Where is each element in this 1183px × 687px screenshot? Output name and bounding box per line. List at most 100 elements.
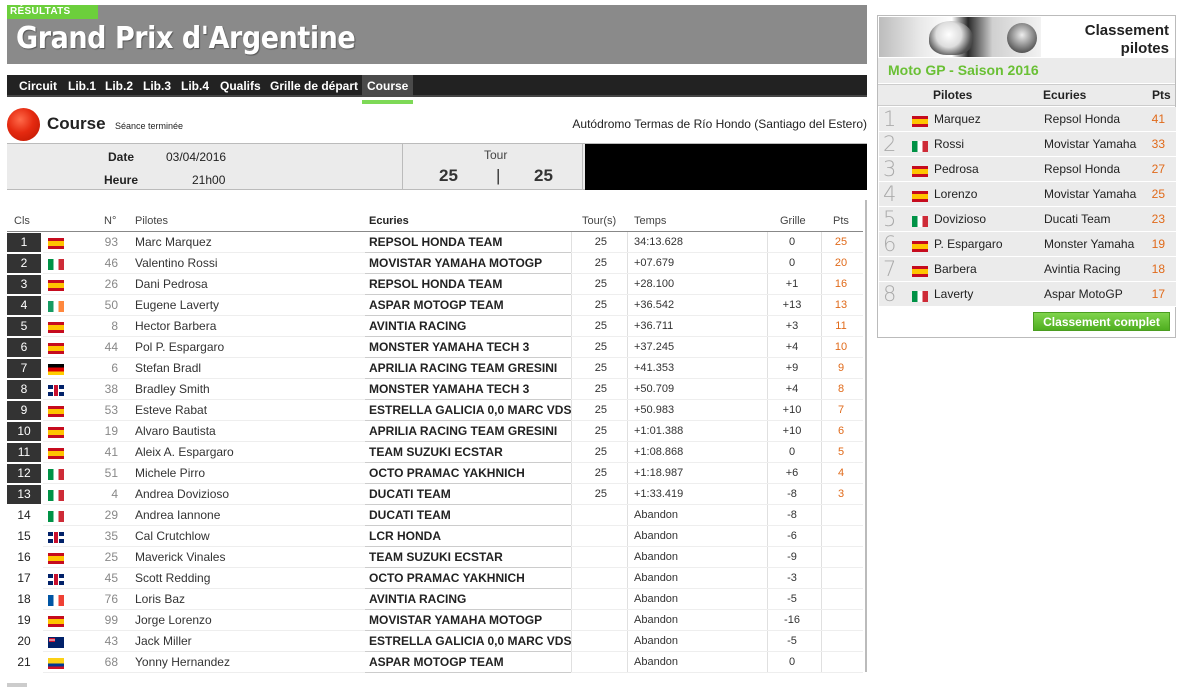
standing-team: Movistar Yamaha: [1044, 187, 1137, 201]
column-divider: [767, 652, 768, 673]
rider-name: Esteve Rabat: [135, 403, 208, 417]
tab-lib-1[interactable]: Lib.1: [63, 75, 101, 97]
grid-delta-cell: -9: [787, 551, 797, 563]
flag-icon: [48, 490, 64, 501]
points-cell: 16: [834, 278, 848, 290]
col-header-tours: Tour(s): [582, 215, 617, 227]
col-header-team: Ecuries: [369, 215, 409, 227]
column-divider: [821, 652, 822, 673]
tab-course[interactable]: Course: [362, 75, 414, 97]
result-row: 15 35 Cal Crutchlow LCR HONDA Abandon -6: [7, 526, 863, 547]
rider-number: 68: [104, 655, 118, 669]
rider-number: 6: [111, 361, 118, 375]
result-row: 7 6 Stefan Bradl APRILIA RACING TEAM GRESIN…: [7, 358, 863, 379]
rider-number: 35: [104, 529, 118, 543]
time-cell: +07.679: [634, 257, 675, 269]
column-divider: [627, 484, 628, 505]
column-divider: [767, 316, 768, 337]
tab-circuit[interactable]: Circuit: [14, 75, 62, 97]
column-divider: [821, 358, 822, 379]
standing-rank: 8: [883, 282, 897, 306]
standing-points: 23: [1151, 212, 1165, 226]
standings-row: 8 Laverty Aspar MotoGP 17: [879, 282, 1176, 307]
time-cell: Abandon: [634, 635, 679, 647]
tab-lib-2[interactable]: Lib.2: [100, 75, 138, 97]
column-divider: [627, 589, 628, 610]
flag-icon: [48, 259, 64, 270]
row-divider: [365, 672, 571, 673]
result-row: 10 19 Alvaro Bautista APRILIA RACING TEAM G…: [7, 421, 863, 442]
standings-title-line2: pilotes: [1120, 40, 1169, 57]
divider: [582, 144, 583, 190]
col-header-time: Temps: [634, 215, 667, 227]
column-divider: [767, 484, 768, 505]
grid-delta-cell: -16: [784, 614, 800, 626]
rider-name: Maverick Vinales: [135, 550, 226, 564]
tab-lib-4[interactable]: Lib.4: [176, 75, 214, 97]
column-divider: [821, 316, 822, 337]
col-header-pts: Pts: [833, 215, 849, 227]
column-divider: [627, 337, 628, 358]
session-name: Course: [47, 114, 106, 133]
column-divider: [571, 274, 572, 295]
standing-rank: 5: [883, 207, 897, 231]
rider-name: Marc Marquez: [135, 235, 212, 249]
standing-points: 25: [1151, 187, 1165, 201]
column-divider: [767, 379, 768, 400]
rider-name: Loris Baz: [135, 592, 186, 606]
rider-name: Stefan Bradl: [135, 361, 202, 375]
rider-name: Valentino Rossi: [135, 256, 218, 270]
result-row: 14 29 Andrea Iannone DUCATI TEAM Abandon -8: [7, 505, 863, 526]
laps-cell: 25: [594, 278, 607, 290]
column-divider: [821, 253, 822, 274]
date-label: Date: [108, 150, 135, 164]
standing-points: 19: [1151, 237, 1165, 251]
column-divider: [821, 526, 822, 547]
session-status-icon: [7, 108, 40, 141]
column-divider: [627, 442, 628, 463]
tab-grille-de-d-part[interactable]: Grille de départ: [265, 75, 363, 97]
column-divider: [571, 421, 572, 442]
column-divider: [767, 610, 768, 631]
points-cell: 9: [837, 362, 845, 374]
full-standings-button[interactable]: Classement complet: [1033, 312, 1170, 331]
rider-number: 50: [104, 298, 118, 312]
rank-cell: 13: [7, 485, 41, 504]
time-cell: +37.245: [634, 341, 675, 353]
rider-name: Michele Pirro: [135, 466, 206, 480]
rider-name: Aleix A. Espargaro: [135, 445, 234, 459]
time-cell: +41.353: [634, 362, 675, 374]
tab-lib-3[interactable]: Lib.3: [138, 75, 176, 97]
laps-cell: 25: [594, 320, 607, 332]
laps-cell: 25: [594, 467, 607, 479]
result-row: 6 44 Pol P. Espargaro MONSTER YAMAHA TECH 3…: [7, 337, 863, 358]
team-name: ASPAR MOTOGP TEAM: [369, 298, 504, 312]
column-divider: [571, 526, 572, 547]
flag-icon: [912, 191, 928, 202]
result-row: 12 51 Michele Pirro OCTO PRAMAC YAKHNICH 25 +…: [7, 463, 863, 484]
column-divider: [627, 526, 628, 547]
time-cell: +1:08.868: [634, 446, 684, 458]
standing-rank: 6: [883, 232, 897, 256]
rider-number: 53: [104, 403, 118, 417]
points-cell: 4: [837, 467, 845, 479]
tab-qualifs[interactable]: Qualifs: [215, 75, 266, 97]
standing-points: 41: [1151, 112, 1165, 126]
session-tabs: Circuit Lib.1 Lib.2 Lib.3 Lib.4 Qualifs Grille…: [7, 75, 867, 97]
column-divider: [627, 379, 628, 400]
column-divider: [767, 337, 768, 358]
standings-row: 2 Rossi Movistar Yamaha 33: [879, 132, 1176, 157]
tour-separator: |: [496, 166, 501, 185]
column-divider: [571, 652, 572, 673]
team-name: AVINTIA RACING: [369, 319, 467, 333]
column-divider: [571, 253, 572, 274]
standings-col-pts: Pts: [1152, 88, 1171, 102]
flag-icon: [912, 291, 928, 302]
rider-number: 76: [104, 592, 118, 606]
rider-number: 26: [104, 277, 118, 291]
rider-name: Alvaro Bautista: [135, 424, 216, 438]
team-name: TEAM SUZUKI ECSTAR: [369, 445, 503, 459]
rank-cell: 15: [17, 529, 31, 543]
column-divider: [767, 253, 768, 274]
standing-rank: 1: [883, 107, 897, 131]
